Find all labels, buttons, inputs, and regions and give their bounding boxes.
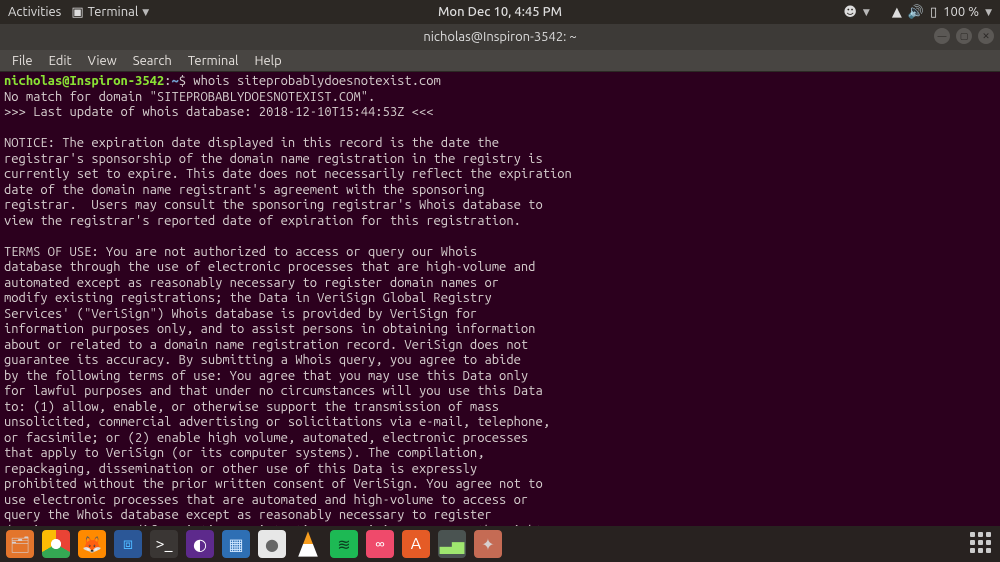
output-line: TERMS OF USE: You are not authorized to … [4, 245, 477, 259]
files-icon[interactable]: 🗂 [6, 530, 34, 558]
output-line: registrar. Users may consult the sponsor… [4, 198, 543, 212]
output-line: for lawful purposes and that under no ci… [4, 384, 543, 398]
terminal-menubar: File Edit View Search Terminal Help [0, 50, 1000, 72]
output-line: query the Whois database except as reaso… [4, 508, 492, 522]
show-applications-icon[interactable] [970, 532, 994, 556]
insomnia-icon[interactable]: ◐ [186, 530, 214, 558]
tweak-tool-icon[interactable]: ✦ [474, 530, 502, 558]
ubuntu-dock: 🗂 🦊 ⧈ >_ ◐ ▦ ● ≋ ∞ A ▃▅ ✦ [0, 526, 1000, 562]
output-line: to: (1) allow, enable, or otherwise supp… [4, 400, 499, 414]
vscode-icon[interactable]: ⧈ [114, 530, 142, 558]
output-line: by the following terms of use: You agree… [4, 369, 528, 383]
spotify-icon[interactable]: ≋ [330, 530, 358, 558]
prompt-dollar: $ [179, 74, 194, 88]
output-line: that apply to VeriSign (or its computer … [4, 446, 484, 460]
face-icon[interactable]: ☻ [843, 5, 857, 20]
output-line: currently set to expire. This date does … [4, 167, 572, 181]
terminal-viewport[interactable]: nicholas@Inspiron-3542:~$ whois siteprob… [0, 72, 1000, 526]
output-line: No match for domain "SITEPROBABLYDOESNOT… [4, 90, 375, 104]
wifi-icon[interactable]: ▲ [892, 5, 902, 20]
firefox-icon[interactable]: 🦊 [78, 530, 106, 558]
app-menu[interactable]: ▣ Terminal ▼ [67, 5, 153, 20]
vlc-icon[interactable] [294, 530, 322, 558]
output-line: guarantee its accuracy. By submitting a … [4, 353, 521, 367]
output-line: or facsimile; or (2) enable high volume,… [4, 431, 528, 445]
activities-button[interactable]: Activities [8, 5, 61, 19]
menu-help[interactable]: Help [248, 52, 287, 70]
prompt-userhost: nicholas@Inspiron-3542 [4, 74, 164, 88]
output-line: modify existing registrations; the Data … [4, 291, 492, 305]
output-line: date of the domain name registrant's agr… [4, 183, 484, 197]
maximize-button[interactable]: ▢ [956, 28, 972, 44]
window-titlebar[interactable]: nicholas@Inspiron-3542: ~ — ▢ ✕ [0, 24, 1000, 50]
menu-edit[interactable]: Edit [43, 52, 78, 70]
battery-percent: 100 % [943, 5, 979, 19]
menu-terminal[interactable]: Terminal [182, 52, 245, 70]
minimize-button[interactable]: — [934, 28, 950, 44]
output-line: view the registrar's reported date of ex… [4, 214, 521, 228]
command-text: whois siteprobablydoesnotexist.com [193, 74, 441, 88]
output-line: information purposes only, and to assist… [4, 322, 535, 336]
terminal-small-icon: ▣ [71, 5, 83, 20]
virtualbox-icon[interactable]: ▦ [222, 530, 250, 558]
clock[interactable]: Mon Dec 10, 4:45 PM [438, 5, 562, 19]
chevron-down-icon: ▼ [863, 7, 870, 18]
output-line: unsolicited, commercial advertising or s… [4, 415, 550, 429]
output-line: database through the use of electronic p… [4, 260, 535, 274]
output-line: automated except as reasonably necessary… [4, 276, 499, 290]
system-monitor-icon[interactable]: ▃▅ [438, 530, 466, 558]
output-line: registrar's sponsorship of the domain na… [4, 152, 543, 166]
menu-file[interactable]: File [6, 52, 39, 70]
output-line: prohibited without the prior written con… [4, 477, 543, 491]
app-icon[interactable]: ∞ [366, 530, 394, 558]
window-title: nicholas@Inspiron-3542: ~ [423, 30, 576, 44]
chrome-icon[interactable] [42, 530, 70, 558]
gnome-top-panel: Activities ▣ Terminal ▼ Mon Dec 10, 4:45… [0, 0, 1000, 24]
chevron-down-icon: ▼ [142, 7, 149, 18]
app-menu-label: Terminal [88, 5, 139, 19]
close-button[interactable]: ✕ [978, 28, 994, 44]
output-line: about or related to a domain name regist… [4, 338, 528, 352]
battery-icon[interactable]: ▯ [930, 5, 937, 20]
prompt-path: ~ [171, 74, 178, 88]
terminal-icon[interactable]: >_ [150, 530, 178, 558]
output-line: use electronic processes that are automa… [4, 493, 528, 507]
output-line: repackaging, dissemination or other use … [4, 462, 477, 476]
sublime-icon[interactable]: ● [258, 530, 286, 558]
output-line: NOTICE: The expiration date displayed in… [4, 136, 499, 150]
menu-view[interactable]: View [82, 52, 123, 70]
chevron-down-icon: ▼ [985, 7, 992, 18]
output-line: >>> Last update of whois database: 2018-… [4, 105, 434, 119]
software-center-icon[interactable]: A [402, 530, 430, 558]
volume-icon[interactable]: 🔊 [908, 5, 924, 20]
menu-search[interactable]: Search [127, 52, 178, 70]
output-line: Services' ("VeriSign") Whois database is… [4, 307, 477, 321]
